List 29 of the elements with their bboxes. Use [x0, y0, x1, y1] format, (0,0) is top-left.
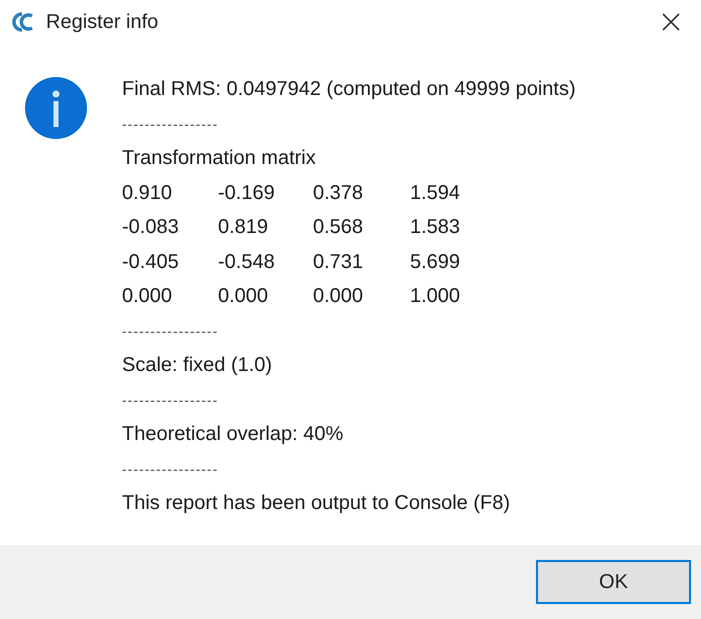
info-icon — [24, 76, 88, 140]
window-title: Register info — [46, 10, 158, 35]
message-text: Theoretical overlap: 40% — [122, 422, 344, 447]
matrix-value: 5.699 — [410, 250, 460, 272]
separator-line: ----------------- — [122, 322, 218, 340]
matrix-value: 0.000 — [313, 285, 364, 307]
matrix-value: 0.378 — [313, 182, 364, 204]
close-icon — [662, 13, 680, 31]
matrix-value: -0.405 — [122, 250, 179, 272]
matrix-value: 1.583 — [410, 216, 460, 238]
matrix-value: 0.910 — [122, 182, 172, 204]
separator-line: ----------------- — [122, 114, 218, 134]
matrix-value: 1.594 — [410, 182, 460, 204]
message-text: Final RMS: 0.0497942 (computed on 49999 points) — [122, 77, 576, 102]
matrix-value: 0.819 — [218, 216, 268, 238]
matrix-value: -0.548 — [218, 250, 275, 272]
message-text: Transformation matrix — [122, 146, 316, 171]
matrix-value: 0.000 — [218, 285, 268, 307]
separator-line: ----------------- — [122, 390, 218, 410]
matrix-value: 0.000 — [122, 285, 172, 307]
matrix-value: -0.083 — [122, 216, 179, 238]
matrix-value: 1.000 — [410, 285, 460, 307]
message-text: Scale: fixed (1.0) — [122, 353, 272, 378]
separator-line: ----------------- — [122, 460, 218, 478]
matrix-value: -0.169 — [218, 182, 275, 204]
message-text: This report has been output to Console (F8) — [122, 491, 510, 516]
matrix-value: 0.568 — [313, 216, 364, 238]
matrix-value: 0.731 — [313, 250, 364, 272]
ok-button[interactable]: OK — [536, 560, 691, 604]
